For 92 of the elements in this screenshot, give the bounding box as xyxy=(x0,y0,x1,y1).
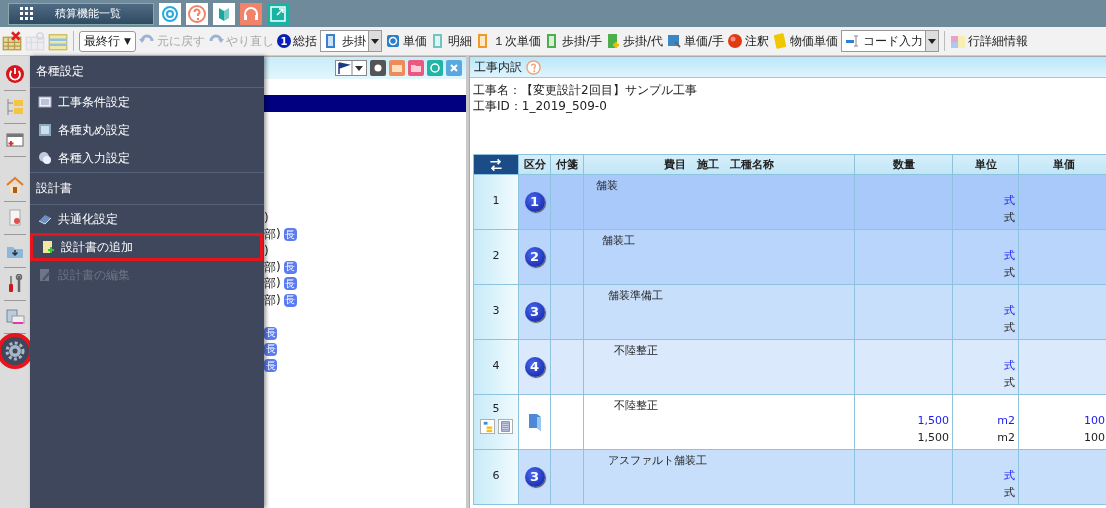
menu-item[interactable]: 各種丸め設定 xyxy=(30,116,264,144)
column-header: 費目 施工 工種名称 xyxy=(584,154,855,175)
tree-item-text[interactable]: 部) xyxy=(264,259,281,276)
row-number: 5 xyxy=(491,401,501,417)
toolbar-button[interactable]: １次単価 xyxy=(474,32,541,50)
folder-icon[interactable] xyxy=(408,60,424,76)
item-name: アスファルト舗装工 xyxy=(608,454,707,467)
settings-icon[interactable] xyxy=(370,60,386,76)
tree-icon[interactable] xyxy=(479,419,495,434)
item-name: 舗装準備工 xyxy=(608,289,663,302)
menu-item[interactable]: 設計書の追加 xyxy=(30,233,263,261)
split-button[interactable]: コード入力 xyxy=(841,30,940,52)
grid-icon xyxy=(19,5,35,22)
grid-icon xyxy=(950,33,967,49)
table-cell: 式 式 xyxy=(953,450,1019,505)
power-icon xyxy=(5,64,25,84)
close-icon[interactable] xyxy=(446,60,462,76)
list-icon xyxy=(38,95,52,109)
project-name: 工事名：【変更設計2回目】サンプル工事 xyxy=(473,82,698,98)
toolbar-button[interactable]: 歩掛/代 xyxy=(604,32,663,50)
caret-icon[interactable] xyxy=(367,31,381,51)
house-icon xyxy=(5,175,25,195)
division-badge: 3 xyxy=(524,301,545,322)
column-header: 数量 xyxy=(855,154,953,175)
split-button[interactable]: 歩掛 xyxy=(319,30,382,52)
item-name: 不陸整正 xyxy=(614,399,658,412)
help-icon[interactable] xyxy=(186,2,208,25)
division-badge: 1 xyxy=(524,191,545,212)
document-add-icon xyxy=(41,240,55,254)
row-number: 1 xyxy=(491,193,501,209)
division-badge: 4 xyxy=(524,356,545,377)
row-number: 3 xyxy=(491,303,501,319)
menu-item[interactable]: 工事条件設定 xyxy=(30,88,264,116)
item-name: 舗装 xyxy=(596,179,618,192)
toolbar-button[interactable]: 行詳細情報 xyxy=(950,32,1029,50)
swap-icon[interactable] xyxy=(488,156,504,173)
grid-delete-icon[interactable] xyxy=(2,31,22,51)
document-edit-icon xyxy=(38,268,52,282)
column-header: 単価 xyxy=(1019,154,1106,175)
caret-icon: ▼ xyxy=(124,36,131,46)
badge: 長 xyxy=(264,359,277,373)
panel-icon xyxy=(38,123,52,137)
column-header: 付箋 xyxy=(551,154,584,175)
badge: 長 xyxy=(264,326,277,340)
division-badge: 2 xyxy=(524,246,545,267)
item-name: 舗装工 xyxy=(602,234,635,247)
function-list-button[interactable]: 積算機能一覧 xyxy=(8,2,154,25)
list-icon[interactable] xyxy=(497,419,513,434)
division-badge: 3 xyxy=(524,466,545,487)
caret-icon[interactable] xyxy=(925,31,939,51)
tree-item-text[interactable]: 部) xyxy=(264,275,281,293)
badge: 長 xyxy=(264,342,277,356)
item-name: 不陸整正 xyxy=(614,344,658,357)
menu-item[interactable]: 各種入力設定 xyxy=(30,144,264,172)
expand-icon[interactable] xyxy=(267,2,289,25)
settings-icon xyxy=(5,341,25,361)
toolbar-button[interactable]: 1 総括 xyxy=(276,32,317,50)
refresh-icon[interactable] xyxy=(427,60,443,76)
headset-icon[interactable] xyxy=(240,2,262,25)
row-number: 4 xyxy=(491,358,501,374)
row-number: 6 xyxy=(491,468,501,484)
ball-icon xyxy=(727,33,744,49)
project-id: 工事ID：1_2019_509-0 xyxy=(473,98,608,114)
column-header: 単位 xyxy=(953,154,1019,175)
panel-header: 工事内訳 xyxy=(470,56,1106,78)
number-badge: 1 xyxy=(276,34,291,48)
badge: 長 xyxy=(283,277,297,291)
tree-icon xyxy=(5,97,25,117)
tree-item-text[interactable]: 部) xyxy=(264,226,281,244)
toolbar-button[interactable]: 注釈 xyxy=(727,32,770,50)
layers-icon xyxy=(38,212,52,226)
printer-icon xyxy=(5,307,25,327)
flag-dropdown[interactable] xyxy=(335,60,367,76)
badge: 長 xyxy=(283,228,297,242)
column-header: 区分 xyxy=(519,154,551,175)
help-icon[interactable] xyxy=(526,59,541,75)
menu-item[interactable]: 共通化設定 xyxy=(30,205,264,233)
badge: 長 xyxy=(283,261,297,274)
tree-item-text[interactable]: 部) xyxy=(264,291,281,309)
note-icon xyxy=(772,33,789,49)
toolbar-button[interactable]: 単価 xyxy=(384,32,427,50)
window-add-icon xyxy=(5,130,25,150)
tree-item-text[interactable]: ) xyxy=(264,244,269,259)
tree-item-text[interactable]: ) xyxy=(264,211,269,226)
badge: 長 xyxy=(283,293,297,307)
toolbar-button[interactable]: 明細 xyxy=(429,32,472,50)
row-select[interactable]: 最終行 ▼ xyxy=(79,30,136,52)
row-number: 2 xyxy=(491,248,501,264)
toolbar-button[interactable]: 単価/手 xyxy=(666,32,725,50)
code-input-icon xyxy=(844,33,861,49)
toolbar-button[interactable]: 物価単価 xyxy=(772,32,839,50)
toolbar-button[interactable]: 歩掛/手 xyxy=(543,32,602,50)
